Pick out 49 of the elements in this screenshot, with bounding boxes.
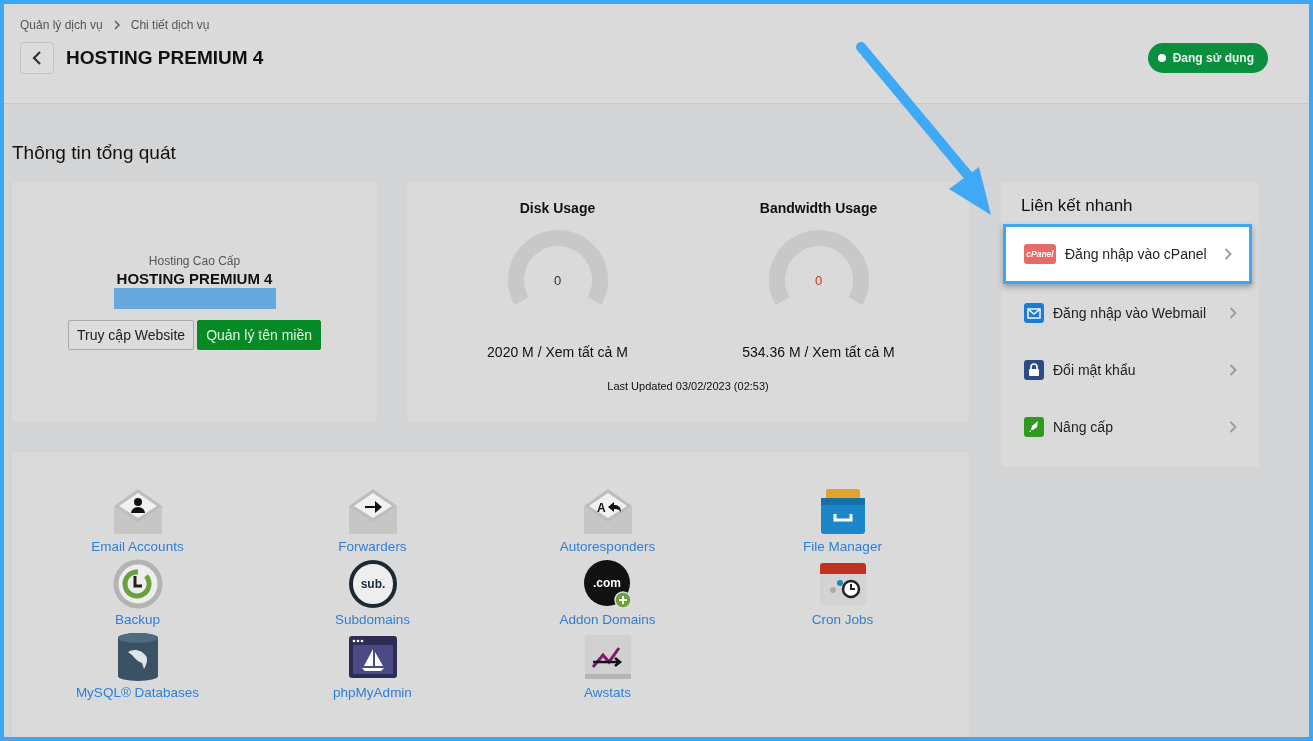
tool-link[interactable]: Email Accounts bbox=[20, 486, 255, 559]
service-title: HOSTING PREMIUM 4 bbox=[66, 47, 265, 69]
quick-link[interactable]: Đổi mật khẩu bbox=[1001, 341, 1259, 398]
chevron-right-icon bbox=[1229, 420, 1237, 433]
chevron-right-icon bbox=[1229, 363, 1237, 376]
gauge-title: Disk Usage bbox=[519, 200, 596, 216]
gauge-value: 0 bbox=[553, 272, 562, 288]
tool-link[interactable]: Cron Jobs bbox=[725, 559, 960, 632]
breadcrumb-link[interactable]: Chi tiết dịch vụ bbox=[130, 18, 210, 32]
lock-icon bbox=[1024, 359, 1044, 380]
last-updated: Last Updated 03/02/2023 (02:53) bbox=[607, 380, 769, 392]
product-name: HOSTING PREMIUM 4 bbox=[116, 270, 273, 287]
chevron-left-icon bbox=[32, 51, 42, 65]
tool-link[interactable]: Awstats bbox=[490, 632, 725, 705]
quick-links-title: Liên kết nhanh bbox=[1021, 196, 1134, 216]
tool-link[interactable]: sub. Subdomains bbox=[255, 559, 490, 632]
gauge-reading: 2020 M / Xem tất cả M bbox=[487, 344, 628, 360]
gauge-reading: 534.36 M / Xem tất cả M bbox=[742, 344, 895, 360]
tool-link[interactable]: Forwarders bbox=[255, 486, 490, 559]
quick-link[interactable]: Nâng cấp bbox=[1001, 398, 1259, 455]
gauge-value: 0 bbox=[814, 272, 823, 288]
tool-link[interactable]: File Manager bbox=[725, 486, 960, 559]
tool-link[interactable]: MySQL® Databases bbox=[20, 632, 255, 705]
breadcrumb-link[interactable]: Quản lý dịch vụ bbox=[20, 18, 103, 32]
gauge-title: Bandwidth Usage bbox=[759, 200, 878, 216]
addon-icon: .com bbox=[582, 559, 633, 609]
backup-icon bbox=[112, 559, 163, 609]
tool-link[interactable]: Backup bbox=[20, 559, 255, 632]
tool-link[interactable]: A Autoresponders bbox=[490, 486, 725, 559]
quick-link[interactable]: cPanel Đăng nhập vào cPanel bbox=[1003, 224, 1252, 284]
status-badge: Đang sử dụng bbox=[1147, 43, 1268, 73]
chevron-right-icon bbox=[1229, 306, 1237, 319]
breadcrumb-separator-icon bbox=[112, 20, 121, 30]
tool-link[interactable]: .com Addon Domains bbox=[490, 559, 725, 632]
tool-link[interactable]: phpMyAdmin bbox=[255, 632, 490, 705]
awstats-icon bbox=[582, 632, 633, 682]
chevron-right-icon bbox=[1224, 248, 1232, 260]
product-category: Hosting Cao Cấp bbox=[148, 254, 241, 268]
section-title: Thông tin tổng quát bbox=[12, 142, 177, 164]
manage-domain-button[interactable]: Quản lý tên miền bbox=[197, 320, 321, 350]
visit-website-button[interactable]: Truy cập Website bbox=[68, 320, 195, 350]
email-icon bbox=[112, 486, 163, 536]
cpanel-logo-icon: cPanel bbox=[1024, 244, 1056, 264]
subdomain-icon: sub. bbox=[347, 559, 398, 609]
forward-icon bbox=[347, 486, 398, 536]
quick-link[interactable]: Đăng nhập vào Webmail bbox=[1001, 284, 1259, 341]
autorespond-icon: A bbox=[582, 486, 633, 536]
back-button[interactable] bbox=[20, 42, 54, 74]
envelope-icon bbox=[1024, 302, 1044, 323]
